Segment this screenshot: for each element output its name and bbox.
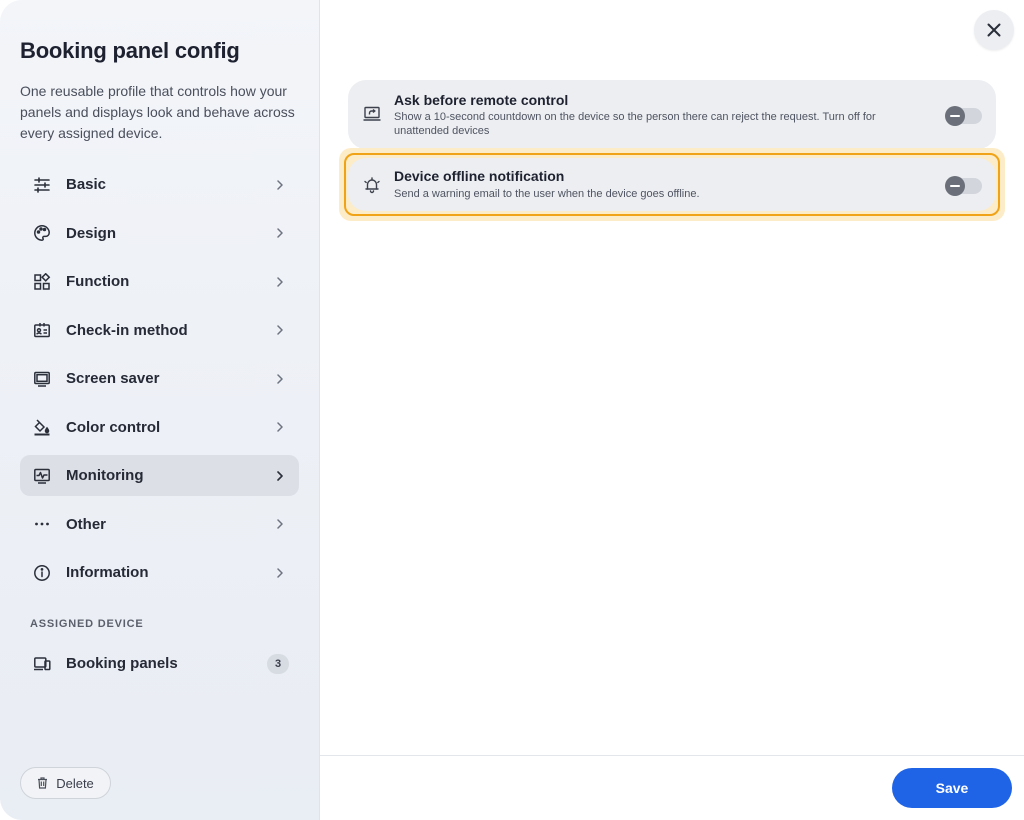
ellipsis-icon: [32, 514, 52, 534]
chevron-right-icon: [275, 373, 285, 384]
paint-bucket-icon: [32, 417, 52, 437]
sidebar-item-color-control[interactable]: Color control: [20, 407, 299, 448]
sidebar-item-check-in-method[interactable]: Check-in method: [20, 310, 299, 351]
close-button[interactable]: [974, 10, 1014, 50]
chevron-right-icon: [275, 179, 285, 190]
save-button[interactable]: Save: [892, 768, 1012, 808]
chevron-right-icon: [275, 519, 285, 529]
sidebar-item-label: Design: [66, 224, 117, 242]
sidebar-item-monitoring[interactable]: Monitoring: [20, 455, 299, 496]
setting-title: Ask before remote control: [394, 92, 569, 108]
settings-nav: Basic Design Function Check-in method Sc…: [20, 164, 299, 601]
sidebar-item-information[interactable]: Information: [20, 552, 299, 593]
setting-remote-control: Ask before remote control Show a 10-seco…: [348, 80, 996, 149]
sidebar-item-design[interactable]: Design: [20, 213, 299, 254]
info-icon: [32, 563, 52, 583]
bell-alert-icon: [362, 175, 382, 195]
sliders-icon: [32, 175, 52, 195]
sidebar-item-label: Function: [66, 273, 130, 290]
sidebar-item-label: Monitoring: [66, 467, 144, 484]
sidebar: Booking panel config One reusable profil…: [0, 0, 320, 820]
sidebar-item-label: Screen saver: [66, 370, 160, 387]
sidebar-item-label: Check-in method: [66, 321, 188, 339]
device-count-badge: 3: [267, 653, 289, 674]
toggle-knob: [945, 176, 965, 196]
offline-notification-toggle[interactable]: [945, 176, 982, 196]
sidebar-item-label: Basic: [66, 176, 107, 193]
trash-icon: [37, 777, 48, 789]
grid-icon: [32, 272, 52, 292]
close-icon: [987, 23, 1001, 37]
sidebar-item-booking-panels[interactable]: Booking panels 3: [20, 643, 299, 684]
setting-offline-notification: Device offline notification Send a warni…: [348, 158, 996, 211]
sidebar-item-function[interactable]: Function: [20, 261, 299, 302]
setting-description: Send a warning email to the user when th…: [394, 188, 700, 200]
devices-icon: [32, 654, 52, 674]
remote-screen-icon: [362, 104, 382, 124]
setting-description: Show a 10-second countdown on the device…: [394, 111, 876, 137]
remote-control-toggle[interactable]: [945, 106, 982, 126]
chevron-right-icon: [275, 325, 285, 335]
sidebar-item-label: Color control: [66, 418, 161, 436]
chevron-right-icon: [275, 276, 285, 287]
id-card-icon: [32, 320, 52, 340]
delete-label: Delete: [56, 775, 94, 791]
page-description: One reusable profile that controls how y…: [20, 83, 295, 141]
sidebar-item-label: Other: [66, 515, 107, 533]
device-label: Booking panels: [66, 655, 178, 672]
chevron-right-icon: [275, 228, 285, 238]
palette-icon: [32, 223, 52, 243]
sidebar-item-basic[interactable]: Basic: [20, 164, 299, 205]
chevron-right-icon: [275, 470, 285, 481]
chevron-right-icon: [275, 567, 285, 578]
activity-monitor-icon: [32, 466, 52, 486]
sidebar-item-other[interactable]: Other: [20, 504, 299, 545]
page-title: Booking panel config: [20, 38, 240, 63]
setting-title: Device offline notification: [394, 168, 565, 184]
chevron-right-icon: [275, 422, 285, 432]
sidebar-item-label: Information: [66, 564, 149, 581]
monitor-icon: [32, 369, 52, 389]
toggle-knob: [945, 106, 965, 126]
assigned-device-heading: ASSIGNED DEVICE: [30, 618, 144, 630]
sidebar-item-screen-saver[interactable]: Screen saver: [20, 358, 299, 399]
delete-button[interactable]: Delete: [20, 767, 111, 799]
